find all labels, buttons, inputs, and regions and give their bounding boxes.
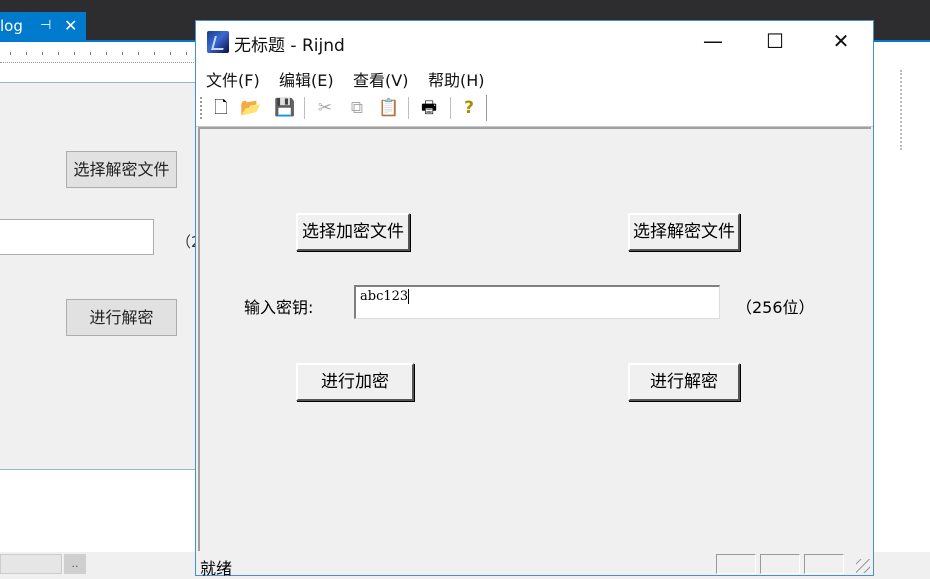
menu-view[interactable]: 查看(V) (353, 67, 408, 91)
status-pane (804, 554, 844, 574)
save-icon[interactable]: 💾 (274, 97, 296, 119)
close-button[interactable]: ✕ (818, 21, 864, 63)
new-file-icon[interactable]: 🗋 (210, 97, 232, 119)
app-icon (207, 31, 229, 53)
close-icon[interactable]: ✕ (64, 12, 77, 40)
maximize-button[interactable]: ☐ (752, 21, 798, 63)
menu-edit[interactable]: 编辑(E) (279, 67, 334, 91)
toolbar: 🗋 📂 💾 ✂ ⧉ 📋 🖶 ? (196, 91, 873, 127)
ide-ruler (0, 46, 196, 63)
status-bar: 就绪 (196, 551, 873, 578)
toolbar-band: 🗋 📂 💾 ✂ ⧉ 📋 🖶 ? (200, 95, 487, 121)
open-folder-icon[interactable]: 📂 (240, 97, 262, 119)
select-encrypt-file-button[interactable]: 选择加密文件 (296, 213, 410, 251)
key-input[interactable]: abc123 (354, 285, 720, 319)
help-icon[interactable]: ? (458, 97, 480, 119)
ide-bottom-field[interactable] (0, 554, 62, 574)
copy-icon[interactable]: ⧉ (346, 97, 368, 119)
encrypt-button[interactable]: 进行加密 (296, 363, 414, 401)
pin-icon[interactable]: ⊣ (40, 12, 51, 40)
status-text: 就绪 (200, 559, 233, 578)
decrypt-button[interactable]: 进行解密 (628, 363, 740, 401)
rijnd-window: 无标题 - Rijnd — ☐ ✕ 文件(F) 编辑(E) 查看(V) 帮助(H… (195, 20, 874, 578)
key-input-value: abc123 (360, 289, 409, 304)
bg-select-decrypt-button[interactable]: 选择解密文件 (66, 151, 177, 188)
key-length-hint: （256位） (736, 298, 815, 317)
select-decrypt-file-button[interactable]: 选择解密文件 (628, 213, 740, 251)
resize-grip-icon[interactable] (856, 559, 870, 573)
ide-gutter (900, 70, 904, 150)
print-icon[interactable]: 🖶 (418, 97, 440, 119)
text-cursor (408, 289, 410, 304)
cut-icon[interactable]: ✂ (314, 97, 336, 119)
status-pane (760, 554, 800, 574)
ide-document-tab[interactable]: log ⊣ ✕ (0, 12, 86, 40)
status-pane (716, 554, 756, 574)
menu-help[interactable]: 帮助(H) (428, 67, 485, 91)
toolbar-separator (450, 97, 451, 119)
bg-decrypt-button[interactable]: 进行解密 (66, 299, 177, 336)
window-title-bar[interactable]: 无标题 - Rijnd — ☐ ✕ (196, 21, 873, 63)
client-area: 选择加密文件 选择解密文件 输入密钥: abc123 （256位） 进行加密 进… (198, 127, 871, 551)
ide-tab-label: log (0, 17, 23, 35)
minimize-button[interactable]: — (690, 21, 736, 63)
ide-bottom-button[interactable]: .. (64, 554, 86, 574)
paste-icon[interactable]: 📋 (378, 97, 400, 119)
window-title: 无标题 - Rijnd (234, 36, 345, 56)
menu-bar: 文件(F) 编辑(E) 查看(V) 帮助(H) (196, 63, 873, 91)
toolbar-separator (304, 97, 305, 119)
toolbar-separator (408, 97, 409, 119)
menu-file[interactable]: 文件(F) (206, 67, 260, 91)
key-label: 输入密钥: (244, 298, 314, 317)
bg-key-input[interactable] (0, 219, 154, 255)
toolbar-grip[interactable] (200, 97, 204, 119)
ide-dialog-designer: 选择解密文件 （2 进行解密 (0, 82, 201, 470)
